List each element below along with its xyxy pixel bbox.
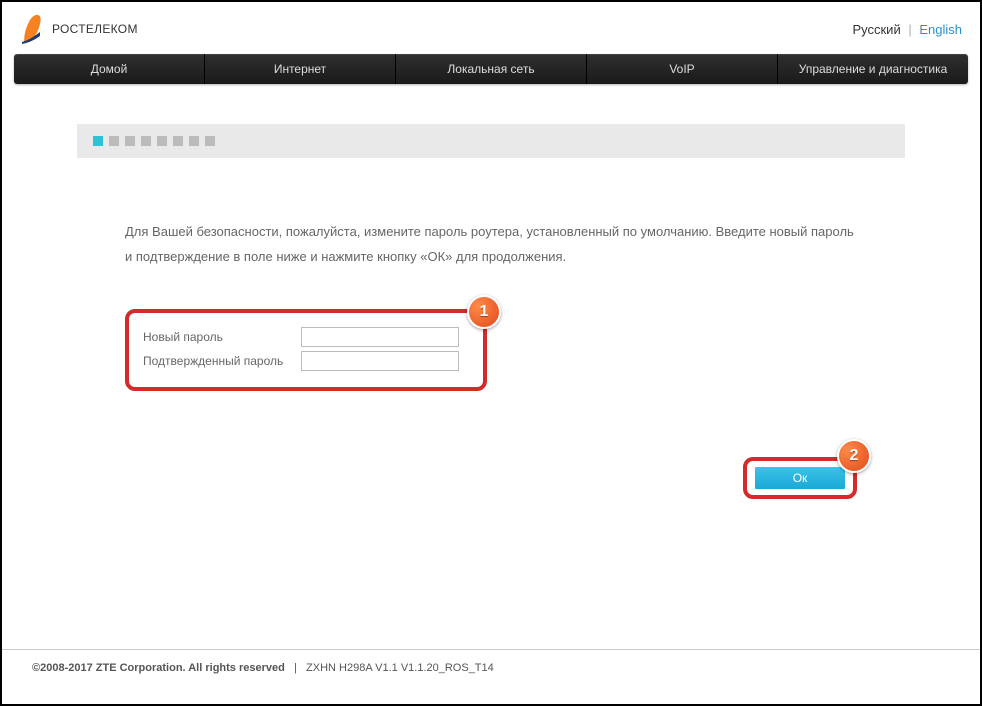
brand-logo: РОСТЕЛЕКОМ — [20, 12, 138, 46]
wizard-card: Для Вашей безопасности, пожалуйста, изме… — [77, 124, 905, 539]
step-dot-1 — [93, 136, 103, 146]
lang-russian[interactable]: Русский — [852, 22, 900, 37]
footer-model: ZXHN H298A V1.1 V1.1.20_ROS_T14 — [306, 662, 494, 674]
step-dot-3 — [125, 136, 135, 146]
step-dot-4 — [141, 136, 151, 146]
nav-home[interactable]: Домой — [14, 54, 205, 84]
nav-management[interactable]: Управление и диагностика — [778, 54, 968, 84]
main-nav: Домой Интернет Локальная сеть VoIP Управ… — [14, 54, 968, 84]
annotation-badge-2: 2 — [837, 439, 871, 473]
step-dot-2 — [109, 136, 119, 146]
new-password-input[interactable] — [301, 327, 459, 347]
step-dot-8 — [205, 136, 215, 146]
step-dot-6 — [173, 136, 183, 146]
ok-button[interactable]: Ок — [755, 467, 845, 489]
nav-internet[interactable]: Интернет — [205, 54, 396, 84]
brand-name: РОСТЕЛЕКОМ — [52, 22, 138, 36]
annotation-badge-1: 1 — [467, 295, 501, 329]
step-dot-7 — [189, 136, 199, 146]
lang-separator: | — [908, 22, 911, 37]
language-selector: Русский | English — [852, 22, 962, 37]
instructions-text: Для Вашей безопасности, пожалуйста, изме… — [125, 220, 857, 269]
new-password-label: Новый пароль — [143, 330, 301, 344]
ok-button-highlight: 2 Ок — [743, 457, 857, 499]
step-dot-5 — [157, 136, 167, 146]
wizard-steps — [77, 124, 905, 158]
nav-lan[interactable]: Локальная сеть — [396, 54, 587, 84]
lang-english[interactable]: English — [919, 22, 962, 37]
confirm-password-label: Подтвержденный пароль — [143, 354, 301, 368]
footer: ©2008-2017 ZTE Corporation. All rights r… — [2, 649, 980, 704]
nav-voip[interactable]: VoIP — [587, 54, 778, 84]
password-form-highlight: 1 Новый пароль Подтвержденный пароль — [125, 309, 487, 391]
rostelecom-icon — [20, 12, 46, 46]
confirm-password-input[interactable] — [301, 351, 459, 371]
footer-copyright: ©2008-2017 ZTE Corporation. All rights r… — [32, 662, 285, 674]
